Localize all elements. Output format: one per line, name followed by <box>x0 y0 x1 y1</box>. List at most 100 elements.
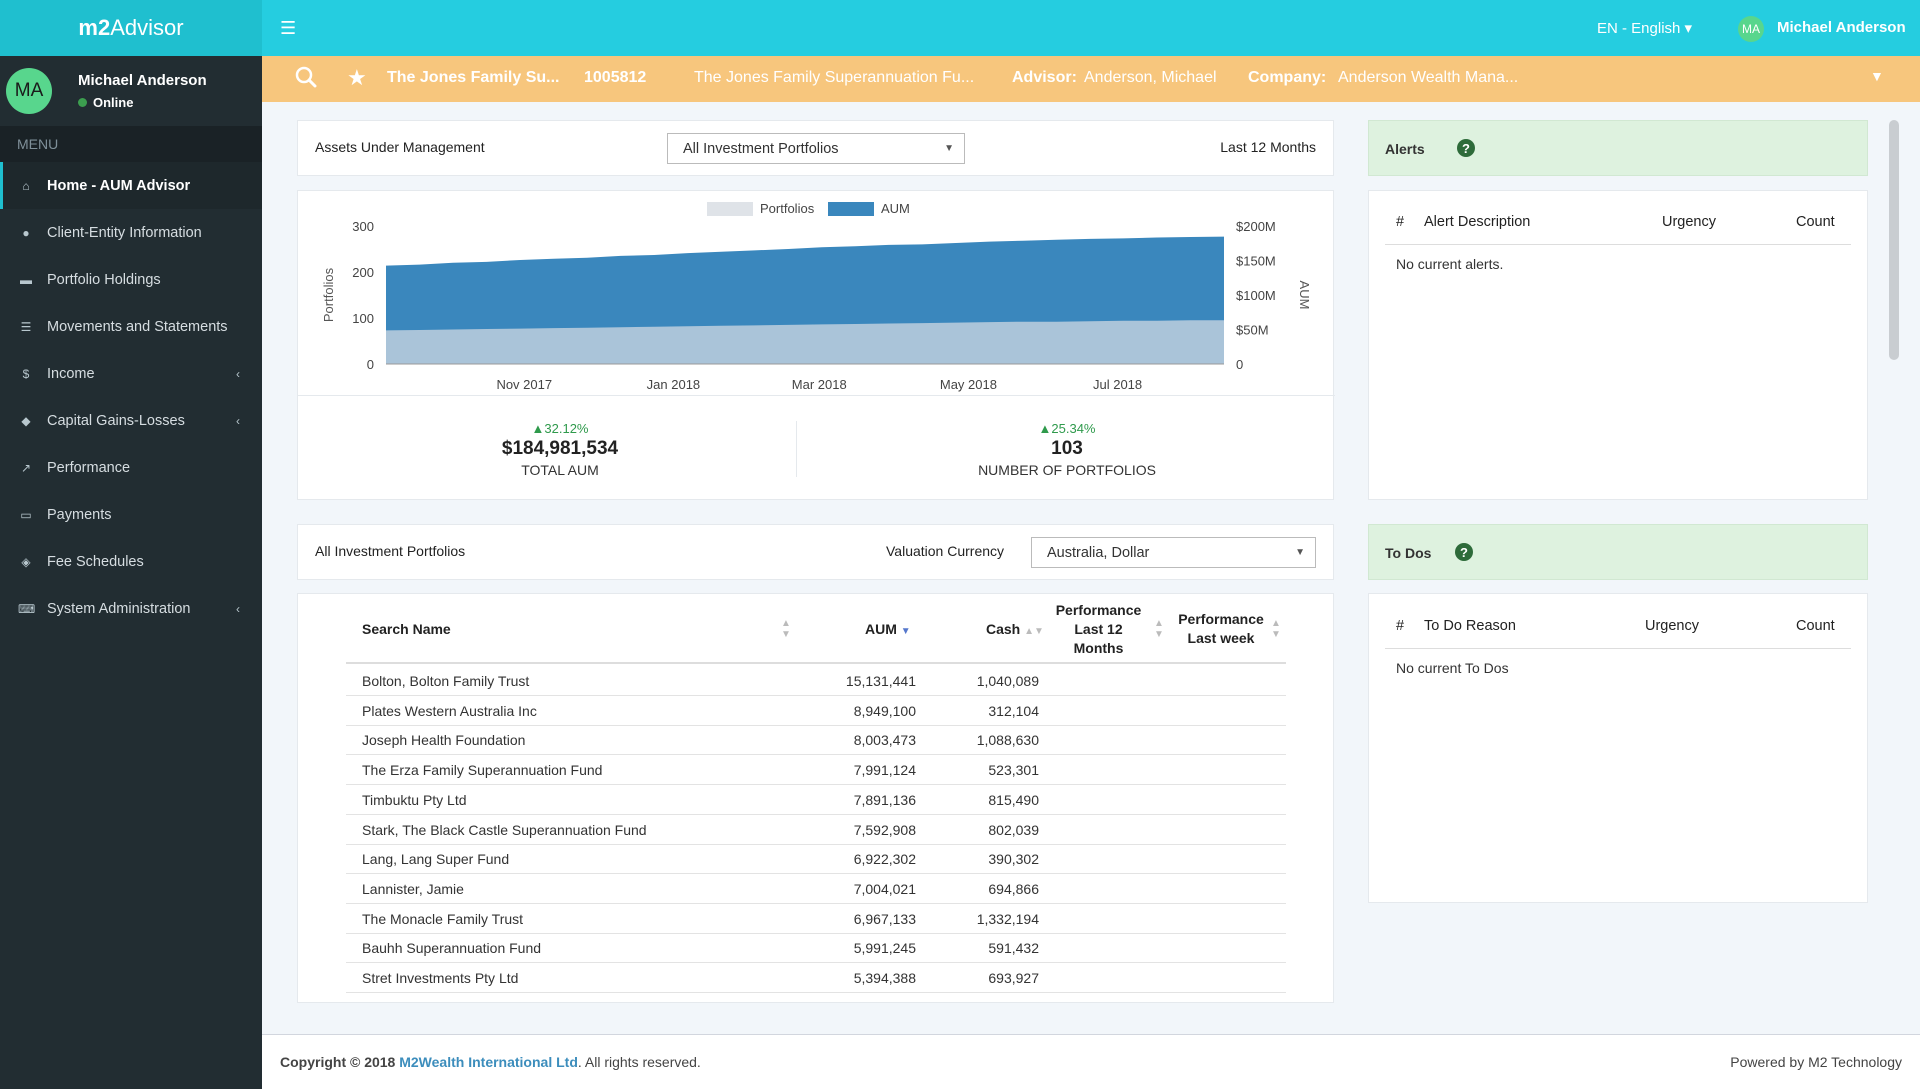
aum-value: $184,981,534 <box>501 438 619 459</box>
user-name: Michael Anderson <box>78 72 207 89</box>
copyright: Copyright © 2018 M2Wealth International … <box>280 1054 701 1070</box>
table-row[interactable]: Lannister, Jamie 7,004,021 694,866 <box>346 874 1286 904</box>
table-row[interactable]: The Erza Family Superannuation Fund 7,991… <box>346 755 1286 786</box>
hamburger-menu-icon[interactable]: ☰ <box>280 18 296 39</box>
sort-icon: ▲▼ <box>1024 626 1044 637</box>
search-icon[interactable] <box>295 66 317 94</box>
sidebar-item-income[interactable]: $ Income ‹ <box>0 350 262 397</box>
cell-cash: 620,420 <box>988 1000 1039 1002</box>
y-tick-label: 300 <box>352 219 374 234</box>
alerts-header-divider <box>1385 244 1851 245</box>
y-tick-label: 100 <box>352 311 374 326</box>
cell-name: The Monacle Family Trust <box>362 910 524 927</box>
portfolio-select[interactable]: All Investment Portfolios ▼ <box>667 133 965 164</box>
table-row[interactable]: The Monacle Family Trust 6,967,133 1,332,1… <box>346 904 1286 934</box>
cell-cash: 390,302 <box>988 851 1039 868</box>
table-row[interactable]: Bolton, Bolton Family Trust 15,131,441 1,0… <box>346 666 1286 696</box>
sort-icon[interactable]: ▲ ▼ <box>1154 618 1164 640</box>
cell-name: Bolton, Bolton Family Trust <box>362 673 530 689</box>
x-tick-label: May 2018 <box>940 377 997 392</box>
caret-down-icon: ▼ <box>944 143 954 154</box>
cell-aum: 8,003,473 <box>853 732 916 749</box>
user-panel: MA Michael Anderson Online <box>0 56 262 126</box>
language-selector[interactable]: EN - English ▾ <box>1597 19 1692 37</box>
table-row[interactable]: Bauhh Superannuation Fund 5,991,245 591,43… <box>346 933 1286 964</box>
todos-panel: # To Do Reason Urgency Count No current … <box>1368 593 1868 903</box>
help-icon[interactable]: ? <box>1457 139 1475 157</box>
cell-cash: 1,332,194 <box>976 910 1039 927</box>
table-row[interactable]: Joseph Health Foundation 8,003,473 1,088,6… <box>346 725 1286 756</box>
todos-col-reason: To Do Reason <box>1424 618 1516 634</box>
todos-header-divider <box>1385 648 1851 649</box>
cell-cash: 312,104 <box>988 702 1039 719</box>
client-short-name[interactable]: The Jones Family Su... <box>387 69 560 87</box>
aum-chart: Portfolios AUM Portfolios AUM 0 100 200 300… <box>321 201 1312 392</box>
cell-name: Yanford Pty Ltd <box>362 1000 457 1002</box>
alerts-panel: # Alert Description Urgency Count No cur… <box>1368 190 1868 500</box>
advisor-label: Advisor: <box>1012 69 1077 86</box>
top-user-name[interactable]: Michael Anderson <box>1777 19 1906 36</box>
sidebar-item-system-admin[interactable]: ⌨ System Administration ‹ <box>0 585 262 632</box>
stats-divider <box>298 395 1335 396</box>
col-search-name[interactable]: Search Name <box>362 621 451 637</box>
sidebar-item-fee-schedules[interactable]: ◈ Fee Schedules <box>0 538 262 585</box>
table-row[interactable]: Yanford Pty Ltd 4,900,588 620,420 <box>346 993 1286 1002</box>
tag-icon: ◈ <box>21 554 31 569</box>
y-tick-label: 0 <box>367 357 374 372</box>
sidebar-item-client-entity[interactable]: ● Client-Entity Information <box>0 209 262 256</box>
aum-title: Assets Under Management <box>315 139 485 155</box>
total-aum-stat: ▲32.12% $184,981,534 TOTAL AUM <box>410 421 710 478</box>
user-status: Online <box>78 95 207 110</box>
portfolios-stat: ▲25.34% 103 NUMBER OF PORTFOLIOS <box>917 421 1217 478</box>
company-link[interactable]: M2Wealth International Ltd <box>399 1054 578 1070</box>
x-tick-label: Mar 2018 <box>792 377 847 392</box>
table-row[interactable]: Plates Western Australia Inc 8,949,100 312… <box>346 696 1286 726</box>
top-navbar: ☰ EN - English ▾ MA Michael Anderson <box>262 0 1920 56</box>
y-axis-label: Portfolios <box>321 267 336 322</box>
cell-name: Timbuktu Pty Ltd <box>362 791 467 808</box>
table-row[interactable]: Lang, Lang Super Fund 6,922,302 390,302 <box>346 844 1286 875</box>
legend: Portfolios AUM <box>707 201 910 216</box>
col-perf-week[interactable]: Performance Last week <box>1166 610 1276 648</box>
star-icon[interactable]: ★ <box>347 65 367 91</box>
alerts-empty: No current alerts. <box>1396 256 1504 272</box>
period-label[interactable]: Last 12 Months <box>1220 139 1316 155</box>
alerts-col-desc: Alert Description <box>1424 214 1531 230</box>
legend-swatch-portfolios <box>707 202 753 216</box>
cell-aum: 8,949,100 <box>853 702 916 719</box>
scrollbar[interactable] <box>1889 120 1899 360</box>
top-avatar[interactable]: MA <box>1738 16 1764 42</box>
portfolios-value: 103 <box>1051 438 1083 459</box>
sort-icon[interactable]: ▲ ▼ <box>781 618 791 640</box>
sidebar-item-capital-gains[interactable]: ◆ Capital Gains-Losses ‹ <box>0 397 262 444</box>
menu-header: MENU <box>0 126 262 162</box>
col-perf-12m[interactable]: Performance Last 12 Months <box>1046 601 1151 658</box>
aum-change: ▲32.12% <box>531 421 589 436</box>
sidebar-item-payments[interactable]: ▭ Payments <box>0 491 262 538</box>
y2-tick-label: $150M <box>1236 254 1276 269</box>
currency-select[interactable]: Australia, Dollar ▼ <box>1031 537 1316 568</box>
cell-name: Bauhh Superannuation Fund <box>362 940 542 957</box>
keyboard-icon: ⌨ <box>18 601 36 616</box>
y-tick-label: 200 <box>352 265 374 280</box>
help-icon[interactable]: ? <box>1455 543 1473 561</box>
aum-header-panel: Assets Under Management All Investment P… <box>297 120 1334 176</box>
col-cash[interactable]: Cash ▲▼ <box>986 621 1044 637</box>
sort-icon[interactable]: ▲ ▼ <box>1271 618 1281 640</box>
table-row[interactable]: Stret Investments Pty Ltd 5,394,388 693,92… <box>346 963 1286 993</box>
chevron-down-icon[interactable]: ▼ <box>1870 68 1884 84</box>
table-row[interactable]: Stark, The Black Castle Superannuation F… <box>346 815 1286 845</box>
cell-name: Plates Western Australia Inc <box>362 702 537 719</box>
up-arrow-icon: ▲ <box>531 421 545 436</box>
sidebar-item-home[interactable]: ⌂ Home - AUM Advisor <box>0 162 262 209</box>
sidebar-item-movements[interactable]: ☰ Movements and Statements <box>0 303 262 350</box>
col-aum[interactable]: AUM ▼ <box>865 621 911 637</box>
sidebar-item-portfolio-holdings[interactable]: ▬ Portfolio Holdings <box>0 256 262 303</box>
table-row[interactable]: Timbuktu Pty Ltd 7,891,136 815,490 <box>346 785 1286 815</box>
sidebar-item-performance[interactable]: ↗ Performance <box>0 444 262 491</box>
todos-col-num: # <box>1396 618 1405 634</box>
company-name: Anderson Wealth Mana... <box>1338 69 1519 86</box>
portfolios-table: Search Name ▲ ▼ AUM ▼ Cash ▲▼ Performance… <box>297 593 1334 1003</box>
brand-logo[interactable]: m2 Advisor <box>0 0 262 56</box>
user-icon: ● <box>22 225 30 240</box>
